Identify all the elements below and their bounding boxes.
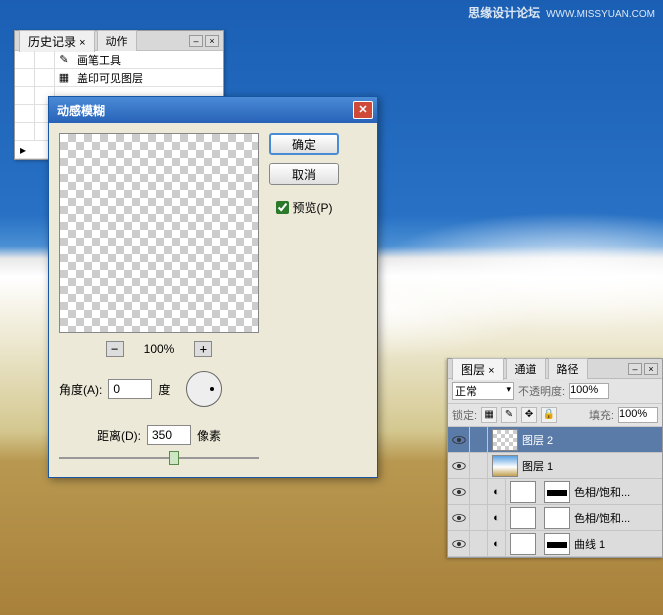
visibility-toggle[interactable] — [448, 453, 470, 478]
tab-paths[interactable]: 路径 — [548, 358, 588, 379]
history-item[interactable]: ▦ 盖印可见图层 — [15, 69, 223, 87]
layer-link-well[interactable] — [470, 479, 488, 504]
history-marker-icon: ▸ — [15, 141, 31, 158]
fill-label: 填充: — [589, 407, 614, 423]
adjustment-icon: ◐ — [488, 531, 506, 556]
panel-close-icon[interactable]: × — [205, 35, 219, 47]
layer-name: 色相/饱和... — [574, 510, 630, 526]
adjustment-icon: ◐ — [488, 505, 506, 530]
visibility-toggle[interactable] — [448, 531, 470, 556]
dialog-title: 动感模糊 — [57, 102, 105, 119]
visibility-toggle[interactable] — [448, 479, 470, 504]
distance-unit: 像素 — [197, 427, 221, 444]
lock-position-icon[interactable]: ✥ — [521, 407, 537, 423]
layer-row[interactable]: ◐ 色相/饱和... — [448, 505, 662, 531]
blend-mode-select[interactable] — [452, 382, 514, 400]
layer-name: 色相/饱和... — [574, 484, 630, 500]
angle-dial[interactable] — [186, 371, 222, 407]
stamp-icon: ▦ — [55, 71, 73, 84]
layers-panel: 图层 × 通道 路径 – × 不透明度: 100% 锁定: ▦ ✎ ✥ 🔒 填充… — [447, 358, 663, 558]
dialog-titlebar[interactable]: 动感模糊 ✕ — [49, 97, 377, 123]
watermark: 思缘设计论坛WWW.MISSYUAN.COM — [468, 4, 655, 21]
panel-minimize-icon[interactable]: – — [189, 35, 203, 47]
layer-row[interactable]: 图层 2 — [448, 427, 662, 453]
tab-channels[interactable]: 通道 — [506, 358, 546, 379]
layer-link-well[interactable] — [470, 427, 488, 452]
distance-input[interactable] — [147, 425, 191, 445]
adjustment-icon: ◐ — [488, 479, 506, 504]
layer-link-well[interactable] — [470, 453, 488, 478]
layer-thumb[interactable] — [492, 429, 518, 451]
history-item[interactable]: ✎ 画笔工具 — [15, 51, 223, 69]
brush-icon: ✎ — [55, 53, 73, 66]
zoom-out-button[interactable]: − — [106, 341, 124, 357]
distance-label: 距离(D): — [97, 427, 141, 444]
layer-thumb[interactable] — [510, 533, 536, 555]
layer-row[interactable]: 图层 1 — [448, 453, 662, 479]
layer-thumb[interactable] — [492, 455, 518, 477]
angle-label: 角度(A): — [59, 381, 102, 398]
panel-minimize-icon[interactable]: – — [628, 363, 642, 375]
layer-mask-thumb[interactable] — [544, 507, 570, 529]
cancel-button[interactable]: 取消 — [269, 163, 339, 185]
lock-transparent-icon[interactable]: ▦ — [481, 407, 497, 423]
layer-name: 曲线 1 — [574, 536, 605, 552]
layer-row[interactable]: ◐ 曲线 1 — [448, 531, 662, 557]
preview-checkbox[interactable]: 预览(P) — [276, 199, 333, 216]
tab-layers[interactable]: 图层 × — [452, 358, 504, 380]
panel-close-icon[interactable]: × — [644, 363, 658, 375]
layer-row[interactable]: ◐ 色相/饱和... — [448, 479, 662, 505]
angle-input[interactable] — [108, 379, 152, 399]
opacity-label: 不透明度: — [518, 383, 565, 399]
opacity-input[interactable]: 100% — [569, 383, 609, 399]
angle-unit: 度 — [158, 381, 170, 398]
motion-blur-dialog: 动感模糊 ✕ − 100% + 角度(A): 度 距离(D): 像素 — [48, 96, 378, 478]
zoom-level: 100% — [144, 342, 175, 356]
layer-mask-thumb[interactable] — [544, 481, 570, 503]
lock-all-icon[interactable]: 🔒 — [541, 407, 557, 423]
layer-link-well[interactable] — [470, 505, 488, 530]
layer-thumb[interactable] — [510, 481, 536, 503]
layer-name: 图层 2 — [522, 432, 553, 448]
visibility-toggle[interactable] — [448, 427, 470, 452]
preview-canvas[interactable] — [59, 133, 259, 333]
fill-input[interactable]: 100% — [618, 407, 658, 423]
layer-link-well[interactable] — [470, 531, 488, 556]
distance-slider[interactable] — [59, 449, 259, 467]
layer-mask-thumb[interactable] — [544, 533, 570, 555]
zoom-in-button[interactable]: + — [194, 341, 212, 357]
visibility-toggle[interactable] — [448, 505, 470, 530]
layer-thumb[interactable] — [510, 507, 536, 529]
ok-button[interactable]: 确定 — [269, 133, 339, 155]
tab-actions[interactable]: 动作 — [97, 30, 137, 51]
layer-name: 图层 1 — [522, 458, 553, 474]
lock-paint-icon[interactable]: ✎ — [501, 407, 517, 423]
lock-label: 锁定: — [452, 407, 477, 423]
tab-history[interactable]: 历史记录 × — [19, 30, 95, 52]
close-icon[interactable]: ✕ — [353, 101, 373, 119]
